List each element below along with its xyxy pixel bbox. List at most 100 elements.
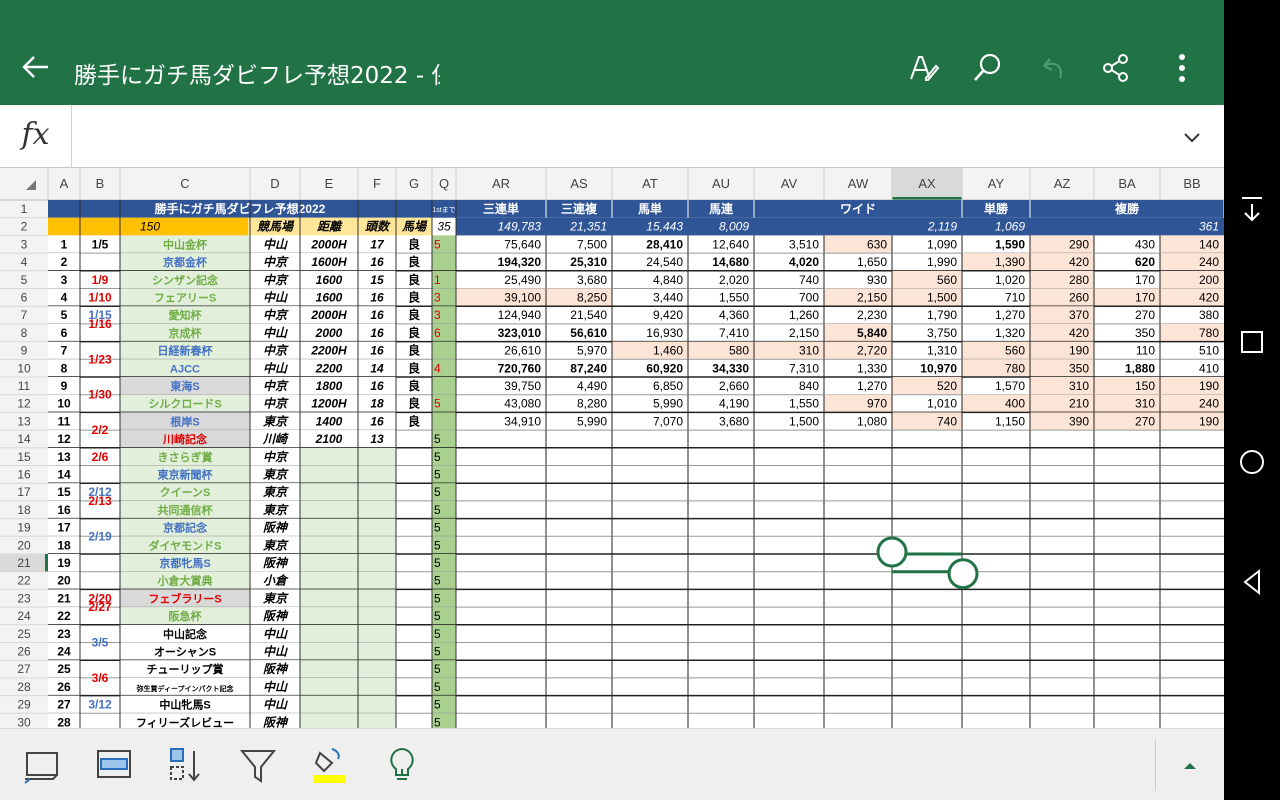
column-header-ay[interactable]: AY: [988, 176, 1005, 191]
row-header[interactable]: 11: [18, 379, 31, 393]
row-header[interactable]: 28: [17, 680, 31, 694]
fx-label[interactable]: fx: [0, 105, 72, 167]
column-header-f[interactable]: F: [373, 176, 381, 191]
filter-icon[interactable]: [238, 745, 278, 785]
payout-aw: 2,150: [857, 291, 887, 305]
payout-ay: 1,020: [995, 273, 1025, 287]
payout-at: 6,850: [653, 379, 683, 393]
back-arrow-icon[interactable]: [20, 52, 50, 82]
column-header-g[interactable]: G: [409, 176, 419, 191]
column-header-at[interactable]: AT: [642, 176, 658, 191]
sort-icon[interactable]: [166, 745, 206, 785]
row-header[interactable]: 3: [21, 237, 28, 251]
label-g: 馬場: [401, 220, 428, 234]
payout-at: 4,840: [653, 273, 683, 287]
race-date: 1/30: [88, 388, 112, 402]
row-header[interactable]: 21: [17, 556, 31, 570]
collapse-icon[interactable]: [1236, 192, 1268, 224]
home-icon[interactable]: [1236, 446, 1268, 478]
row-header[interactable]: 23: [17, 591, 31, 605]
track-condition: 良: [408, 413, 420, 428]
race-date: 2/19: [88, 529, 112, 543]
fill-color-icon[interactable]: [310, 745, 350, 785]
race-date: 3/6: [92, 671, 109, 685]
race-name: 小倉大賞典: [157, 574, 213, 588]
column-header-bb[interactable]: BB: [1183, 176, 1200, 191]
column-header-az[interactable]: AZ: [1054, 176, 1071, 191]
payout-as: 4,490: [577, 379, 607, 393]
expand-up-icon[interactable]: [1172, 749, 1208, 781]
row-header[interactable]: 17: [17, 485, 31, 499]
payout-bb: 410: [1199, 361, 1219, 375]
row-header[interactable]: 10: [17, 361, 31, 375]
row-header[interactable]: 29: [17, 698, 31, 712]
search-icon[interactable]: [972, 52, 1004, 84]
race-no: 6: [61, 326, 68, 340]
payout-az: 290: [1069, 237, 1089, 251]
row-header[interactable]: 2: [21, 220, 28, 234]
draw-pen-icon[interactable]: [908, 52, 940, 84]
chevron-down-icon[interactable]: [1180, 125, 1204, 149]
column-header-d[interactable]: D: [270, 176, 279, 191]
column-header-aw[interactable]: AW: [848, 176, 869, 191]
race-no: 20: [57, 574, 71, 588]
bet-type-header-ay: 単勝: [984, 201, 1009, 216]
column-header-c[interactable]: C: [180, 176, 189, 191]
race-course: 阪神: [263, 609, 289, 623]
payout-ay: 780: [1005, 361, 1025, 375]
column-header-b[interactable]: B: [96, 176, 105, 191]
column-header-a[interactable]: A: [60, 176, 69, 191]
row-header[interactable]: 6: [21, 291, 28, 305]
row-header[interactable]: 12: [17, 397, 31, 411]
payout-ax: 740: [937, 414, 957, 428]
row-header[interactable]: 19: [17, 521, 31, 535]
column-header-q[interactable]: Q: [439, 176, 449, 191]
undo-icon[interactable]: [1036, 52, 1068, 84]
lightbulb-icon[interactable]: [382, 745, 422, 785]
row-header[interactable]: 7: [21, 308, 28, 322]
column-header-ar[interactable]: AR: [492, 176, 510, 191]
selection-handle-start[interactable]: [876, 536, 908, 568]
row-header[interactable]: 5: [21, 273, 28, 287]
column-header-e[interactable]: E: [325, 176, 334, 191]
race-field-size: 14: [370, 361, 384, 375]
row-header[interactable]: 24: [17, 609, 31, 623]
row-header[interactable]: 14: [17, 432, 31, 446]
row-header[interactable]: 26: [17, 645, 31, 659]
freeze-panes-icon[interactable]: [22, 745, 62, 785]
formula-input[interactable]: [80, 105, 1170, 167]
payout-ax: 3,750: [927, 326, 957, 340]
label-e: 距離: [317, 220, 343, 234]
row-header[interactable]: 25: [17, 627, 31, 641]
more-vert-icon[interactable]: [1166, 52, 1198, 84]
row-header[interactable]: 1: [21, 202, 28, 216]
row-header[interactable]: 8: [21, 326, 28, 340]
row-header[interactable]: 9: [21, 344, 28, 358]
row-header[interactable]: 13: [17, 414, 31, 428]
column-header-ba[interactable]: BA: [1118, 176, 1136, 191]
column-header-au[interactable]: AU: [712, 176, 730, 191]
selection-handle-end[interactable]: [947, 558, 979, 590]
column-header-ax[interactable]: AX: [918, 176, 936, 191]
row-header[interactable]: 30: [17, 715, 31, 728]
row-select-icon[interactable]: [94, 745, 134, 785]
recents-icon[interactable]: [1236, 326, 1268, 358]
column-header-as[interactable]: AS: [570, 176, 588, 191]
spreadsheet-grid[interactable]: A B C D E F G Q AR AS AT AU AV AW AX AY AZ BA BB 1 2 3 4 5 6 7 8 9 1…: [0, 168, 1224, 728]
row-header[interactable]: 20: [17, 538, 31, 552]
race-course: 小倉: [263, 574, 289, 588]
row-header[interactable]: 27: [17, 662, 31, 676]
row-header[interactable]: 18: [17, 503, 31, 517]
share-icon[interactable]: [1100, 52, 1132, 84]
row-header[interactable]: 4: [21, 255, 28, 269]
race-distance: 1800: [316, 379, 343, 393]
column-header-av[interactable]: AV: [781, 176, 798, 191]
back-icon[interactable]: [1236, 566, 1268, 598]
row-header[interactable]: 22: [17, 574, 31, 588]
payout-az: 260: [1069, 291, 1089, 305]
row-header[interactable]: 15: [17, 450, 31, 464]
total-at: 15,443: [646, 220, 683, 234]
q-value: 5: [434, 609, 441, 623]
row-header[interactable]: 16: [17, 468, 31, 482]
race-no: 23: [57, 627, 71, 641]
